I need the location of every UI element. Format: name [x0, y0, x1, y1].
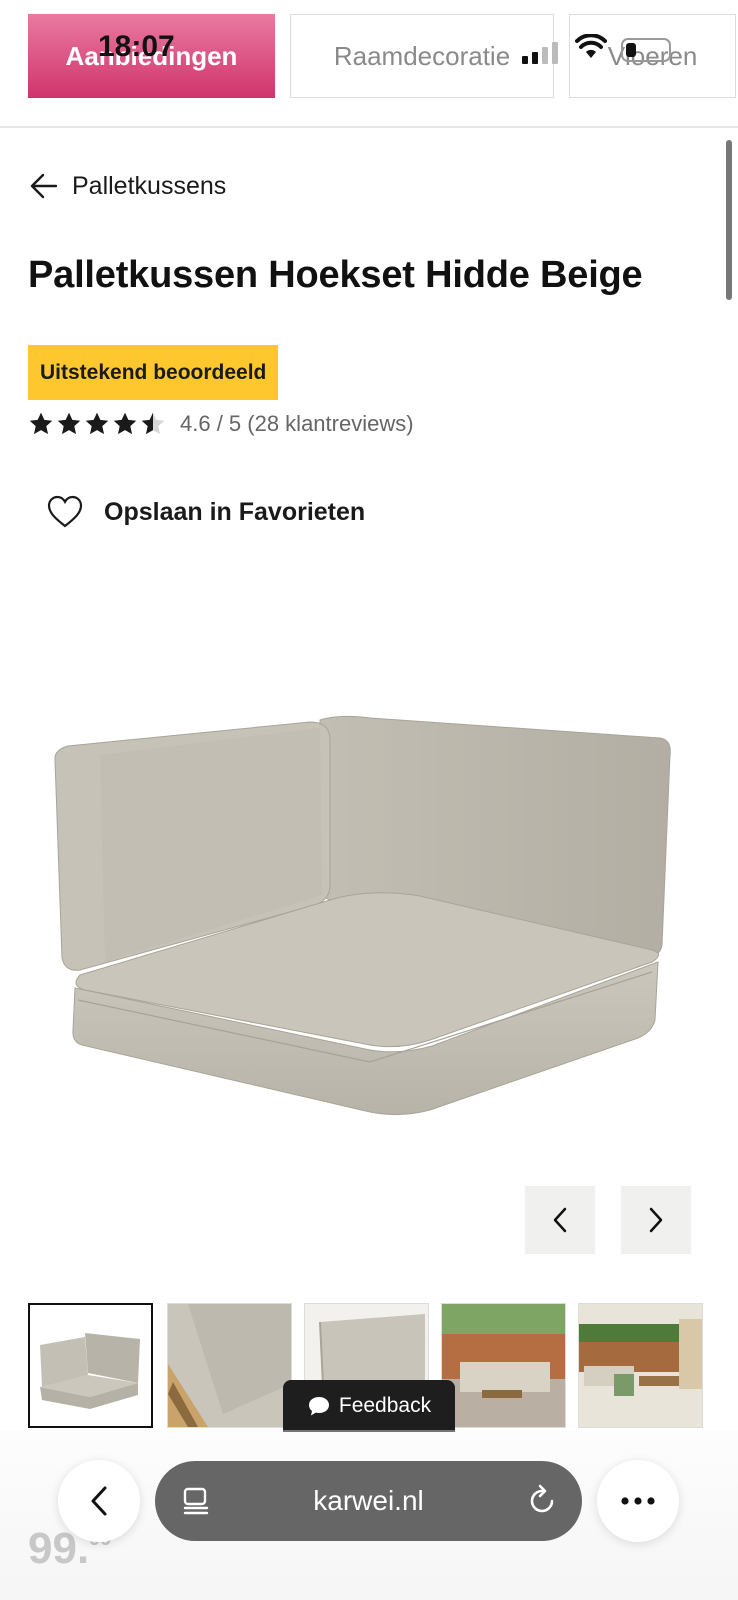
url-text: karwei.nl	[313, 1485, 424, 1516]
chevron-right-icon	[649, 1207, 663, 1233]
gallery-thumbnail[interactable]	[28, 1303, 153, 1428]
star-icon	[113, 412, 137, 435]
address-bar[interactable]: karwei.nl	[155, 1461, 582, 1541]
feedback-label: Feedback	[338, 1394, 432, 1417]
star-icon	[85, 412, 109, 435]
gallery-thumbnail[interactable]	[167, 1303, 292, 1428]
chevron-left-icon	[91, 1486, 107, 1516]
breadcrumb[interactable]: Palletkussens	[30, 166, 226, 206]
arrow-left-icon	[30, 173, 58, 199]
battery-icon	[621, 38, 671, 62]
star-icon	[57, 412, 81, 435]
breadcrumb-label: Palletkussens	[72, 171, 227, 200]
gallery-thumbnail[interactable]	[578, 1303, 703, 1428]
rating-badge: Uitstekend beoordeeld	[28, 345, 279, 400]
status-time: 18:07	[98, 30, 175, 63]
heart-icon	[47, 495, 83, 528]
product-title: Palletkussen Hoekset Hidde Beige	[28, 254, 643, 296]
rating-stars	[28, 411, 166, 437]
speech-bubble-icon	[308, 1397, 329, 1416]
rating-text: 4.6 / 5 (28 klantreviews)	[180, 411, 414, 436]
save-favorite-button[interactable]: Opslaan in Favorieten	[46, 492, 365, 532]
star-half-icon	[141, 412, 165, 435]
gallery-prev-button[interactable]	[525, 1186, 595, 1254]
ellipsis-icon	[621, 1497, 655, 1505]
feedback-button[interactable]: Feedback	[283, 1380, 455, 1432]
wifi-icon	[575, 34, 607, 58]
star-icon	[29, 412, 53, 435]
favorite-label: Opslaan in Favorieten	[104, 497, 366, 526]
gallery-thumbnail[interactable]	[441, 1303, 566, 1428]
gallery-next-button[interactable]	[621, 1186, 691, 1254]
scroll-indicator	[726, 140, 732, 300]
category-tab-raamdecoratie[interactable]: Raamdecoratie	[290, 14, 554, 98]
reader-mode-icon	[183, 1487, 209, 1515]
browser-back-button[interactable]	[58, 1460, 140, 1542]
category-nav: Aanbiedingen Raamdecoratie Vloeren	[0, 0, 738, 128]
reload-icon[interactable]	[526, 1483, 558, 1517]
product-image	[54, 715, 671, 1116]
more-options-button[interactable]	[597, 1460, 679, 1542]
signal-icon	[522, 42, 558, 64]
product-rating[interactable]: 4.6 / 5 (28 klantreviews)	[28, 409, 414, 439]
chevron-left-icon	[553, 1207, 567, 1233]
